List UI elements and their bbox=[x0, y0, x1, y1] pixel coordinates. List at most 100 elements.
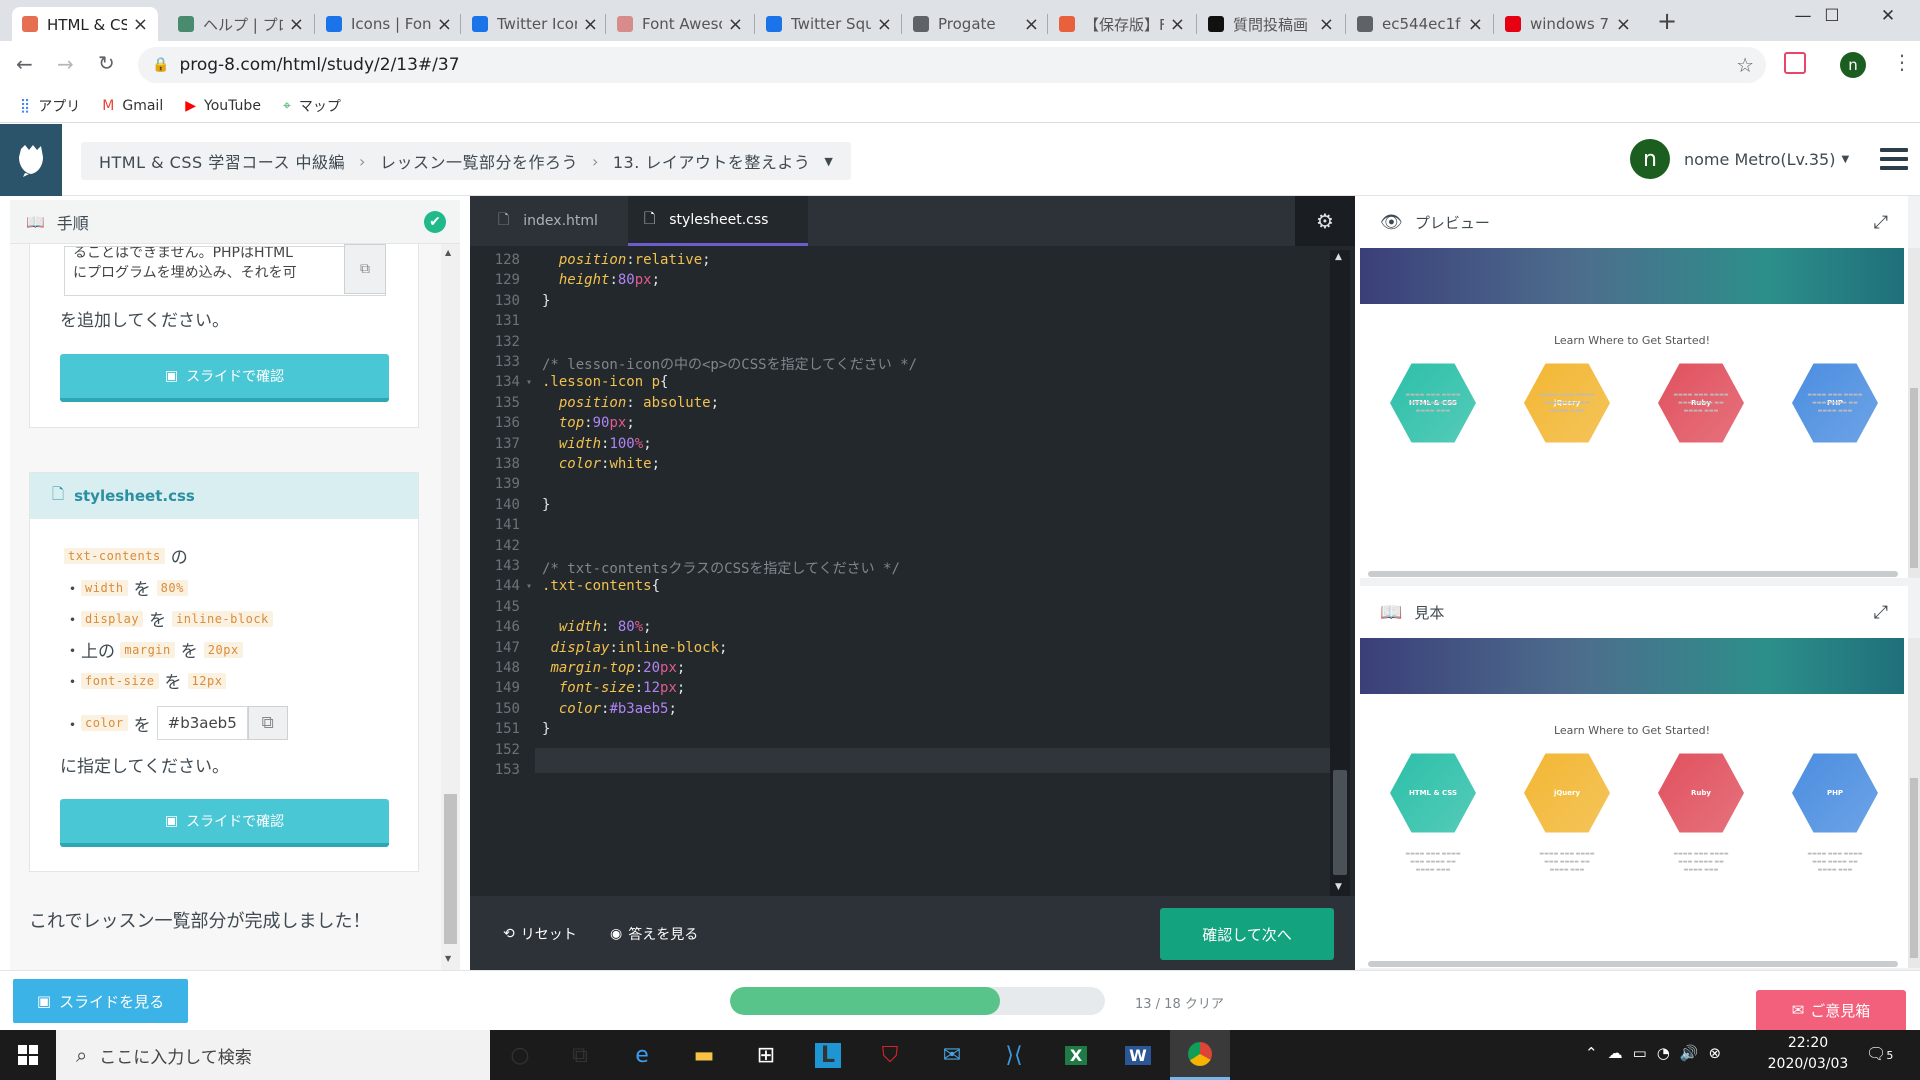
close-tab-icon[interactable]: × bbox=[1319, 14, 1334, 35]
browser-tab[interactable]: ヘルプ | プロ × bbox=[168, 7, 314, 41]
scroll-thumb[interactable] bbox=[1910, 778, 1918, 958]
chrome-taskbar-icon[interactable] bbox=[1170, 1030, 1230, 1080]
browser-tab[interactable]: 質問投稿画 × bbox=[1198, 7, 1344, 41]
scroll-up-arrow-icon[interactable]: ▲ bbox=[1335, 252, 1342, 262]
code-line[interactable]: } bbox=[542, 721, 550, 737]
browser-tab[interactable]: ec544ec1f × bbox=[1347, 7, 1493, 41]
bookmark-star-icon[interactable]: ☆ bbox=[1736, 53, 1754, 77]
bookmark-item[interactable]: ⣿ アプリ bbox=[20, 96, 80, 116]
pocket-extension-icon[interactable] bbox=[1784, 52, 1806, 74]
preview-hscrollbar[interactable] bbox=[1368, 571, 1898, 577]
maximize-button[interactable]: ☐ bbox=[1810, 6, 1854, 26]
fold-arrow-icon[interactable]: ▾ bbox=[526, 581, 532, 592]
bookmark-item[interactable]: M Gmail bbox=[102, 98, 163, 114]
code-line[interactable]: /* txt-contentsクラスのCSSを指定してください */ bbox=[542, 558, 900, 578]
system-tray[interactable]: ⌃☁▭◔🔊⊗ bbox=[1585, 1044, 1731, 1062]
address-bar[interactable]: 🔒 prog-8.com/html/study/2/13#/37 ☆ bbox=[138, 47, 1766, 83]
profile-avatar[interactable]: n bbox=[1840, 52, 1866, 78]
close-tab-icon[interactable]: × bbox=[289, 14, 304, 35]
store-icon[interactable]: ⊞ bbox=[736, 1030, 796, 1080]
scroll-down-arrow-icon[interactable]: ▼ bbox=[445, 954, 451, 963]
code-line[interactable]: /* lesson-iconの中の<p>のCSSを指定してください */ bbox=[542, 354, 917, 374]
code-line[interactable]: font-size:12px; bbox=[542, 680, 685, 696]
windows-start-button[interactable] bbox=[0, 1030, 56, 1080]
taskbar-clock[interactable]: 22:20 2020/03/03 bbox=[1760, 1033, 1856, 1075]
breadcrumb-lesson[interactable]: 13. レイアウトを整えよう bbox=[613, 149, 811, 173]
browser-tab[interactable]: HTML & CSS 学 × bbox=[12, 7, 158, 41]
progate-logo[interactable] bbox=[0, 124, 62, 196]
line-app-icon[interactable]: L bbox=[798, 1030, 858, 1080]
code-line[interactable]: width:100%; bbox=[542, 436, 652, 452]
hamburger-menu-icon[interactable] bbox=[1880, 148, 1908, 175]
code-line[interactable]: .txt-contents{ bbox=[542, 578, 660, 594]
code-line[interactable]: width: 80%; bbox=[542, 619, 652, 635]
close-tab-icon[interactable]: × bbox=[728, 14, 743, 35]
forward-icon[interactable]: → bbox=[57, 52, 74, 76]
code-line[interactable]: margin-top:20px; bbox=[542, 660, 685, 676]
feedback-button[interactable]: ✉ ご意見箱 bbox=[1756, 990, 1906, 1030]
code-line[interactable]: position: absolute; bbox=[542, 395, 719, 411]
close-tab-icon[interactable]: × bbox=[1616, 14, 1631, 35]
preview-scrollbar[interactable] bbox=[1908, 248, 1920, 578]
close-tab-icon[interactable]: × bbox=[1024, 14, 1039, 35]
vscode-icon[interactable]: ⟩⟨ bbox=[984, 1030, 1044, 1080]
browser-tab[interactable]: Twitter Icon × bbox=[462, 7, 608, 41]
editor-settings-gear-icon[interactable]: ⚙ bbox=[1295, 196, 1355, 246]
slide-check-button[interactable]: ▣ スライドで確認 bbox=[60, 799, 389, 847]
close-tab-icon[interactable]: × bbox=[133, 14, 148, 35]
tab-index-html[interactable]: 🗋 index.html bbox=[484, 196, 634, 246]
close-tab-icon[interactable]: × bbox=[583, 14, 598, 35]
sample-scrollbar[interactable] bbox=[1908, 638, 1920, 968]
caret-down-icon[interactable]: ▼ bbox=[824, 155, 833, 168]
scroll-down-arrow-icon[interactable]: ▼ bbox=[1335, 882, 1342, 892]
close-tab-icon[interactable]: × bbox=[1468, 14, 1483, 35]
taskbar-search[interactable]: ⌕ ここに入力して検索 bbox=[56, 1030, 490, 1080]
file-explorer-icon[interactable]: ▬ bbox=[674, 1030, 734, 1080]
slide-check-button[interactable]: ▣ スライドで確認 bbox=[60, 354, 389, 402]
close-tab-icon[interactable]: × bbox=[877, 14, 892, 35]
expand-icon[interactable]: ⤢ bbox=[1874, 212, 1888, 233]
cortana-icon[interactable]: ○ bbox=[490, 1030, 550, 1080]
scroll-thumb[interactable] bbox=[444, 794, 457, 944]
reset-button[interactable]: ⟲ リセット bbox=[503, 924, 577, 944]
copy-button[interactable]: ⧉ bbox=[247, 706, 288, 740]
breadcrumb-chapter[interactable]: レッスン一覧部分を作ろう bbox=[380, 149, 578, 173]
breadcrumb-course[interactable]: HTML & CSS 学習コース 中級編 bbox=[99, 149, 345, 173]
code-line[interactable]: } bbox=[542, 293, 550, 309]
browser-tab[interactable]: Font Awesome × bbox=[607, 7, 753, 41]
close-window-button[interactable]: ✕ bbox=[1866, 6, 1910, 26]
chrome-menu-icon[interactable]: ⋮ bbox=[1892, 50, 1912, 74]
scroll-thumb[interactable] bbox=[1910, 388, 1918, 568]
bookmark-item[interactable]: ▶ YouTube bbox=[185, 98, 261, 114]
task-view-icon[interactable]: ⧉ bbox=[550, 1030, 610, 1080]
close-tab-icon[interactable]: × bbox=[437, 14, 452, 35]
scroll-up-arrow-icon[interactable]: ▲ bbox=[445, 248, 451, 257]
code-line[interactable]: top:90px; bbox=[542, 415, 635, 431]
code-line[interactable]: color:#b3aeb5; bbox=[542, 701, 677, 717]
back-icon[interactable]: ← bbox=[16, 52, 33, 76]
fold-arrow-icon[interactable]: ▾ bbox=[526, 377, 532, 388]
mcafee-icon[interactable]: ⛉ bbox=[860, 1030, 920, 1080]
code-line[interactable]: display:inline-block; bbox=[542, 640, 727, 656]
show-answer-button[interactable]: ◉ 答えを見る bbox=[610, 924, 698, 944]
browser-tab[interactable]: 【保存版】F × bbox=[1049, 7, 1195, 41]
browser-tab[interactable]: windows 7 × bbox=[1495, 7, 1641, 41]
view-slides-button[interactable]: ▣ スライドを見る bbox=[13, 979, 188, 1023]
notification-center-icon[interactable]: 🗨5 bbox=[1866, 1044, 1893, 1063]
word-icon[interactable]: W bbox=[1108, 1030, 1168, 1080]
expand-icon[interactable]: ⤢ bbox=[1874, 602, 1888, 623]
code-line[interactable]: .lesson-icon p{ bbox=[542, 374, 668, 390]
browser-tab[interactable]: Twitter Squa × bbox=[756, 7, 902, 41]
code-area[interactable]: 128 position:relative; 129 height:80px; 13… bbox=[470, 250, 1330, 900]
tab-stylesheet-css[interactable]: 🗋 stylesheet.css bbox=[628, 196, 808, 246]
mail-app-icon[interactable]: ✉ bbox=[922, 1030, 982, 1080]
code-line[interactable]: } bbox=[542, 497, 550, 513]
scroll-thumb[interactable] bbox=[1333, 770, 1347, 875]
editor-scrollbar[interactable]: ▲ ▼ bbox=[1330, 250, 1350, 896]
user-menu[interactable]: n nome Metro(Lv.35) ▼ bbox=[1630, 139, 1849, 179]
instructions-scrollbar[interactable]: ▲ ▼ bbox=[441, 244, 460, 970]
code-line[interactable]: height:80px; bbox=[542, 272, 660, 288]
sample-hscrollbar[interactable] bbox=[1368, 961, 1898, 967]
check-and-next-button[interactable]: 確認して次へ bbox=[1160, 908, 1334, 960]
edge-icon[interactable]: e bbox=[612, 1030, 672, 1080]
